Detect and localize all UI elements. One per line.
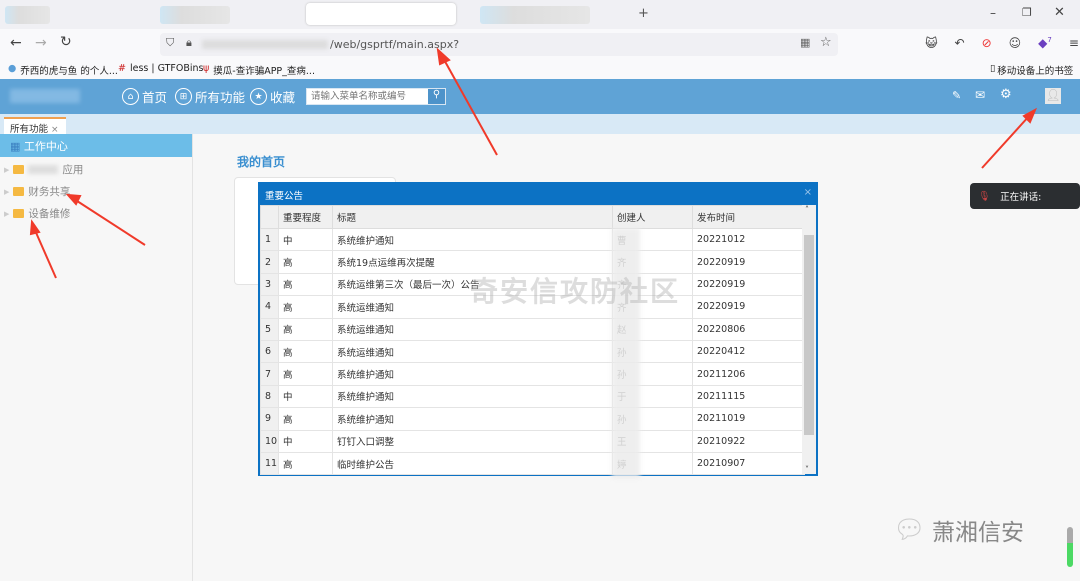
arrow-finance: [73, 198, 146, 246]
arrow-user: [981, 114, 1031, 169]
arrow-url: [441, 55, 498, 156]
arrow-head: [29, 219, 41, 236]
annotation-arrows: [29, 47, 1038, 279]
arrow-equipment: [33, 227, 57, 279]
arrow-head: [436, 47, 451, 66]
